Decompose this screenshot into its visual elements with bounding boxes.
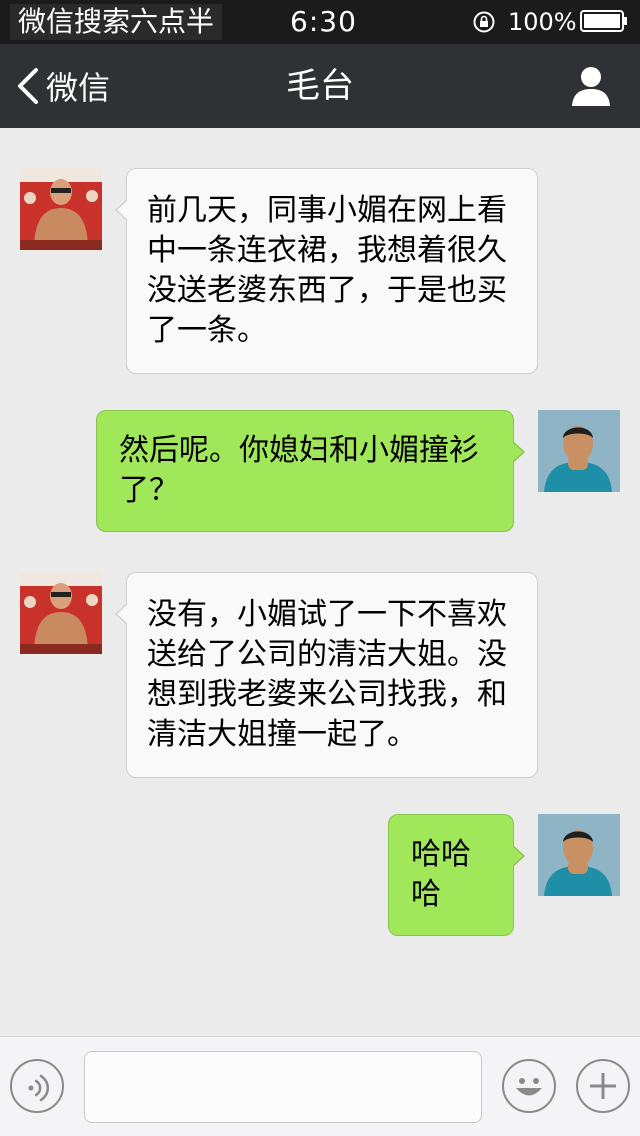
self-avatar[interactable] — [538, 814, 620, 896]
chevron-left-icon — [18, 68, 38, 104]
status-time: 6:30 — [290, 5, 357, 38]
self-avatar-image — [538, 814, 620, 896]
contact-avatar[interactable] — [20, 168, 102, 250]
message-bubble-sent[interactable]: 然后呢。你媳妇和小媚撞衫了？ — [96, 410, 525, 532]
message-text: 哈哈哈 — [411, 837, 471, 912]
emoji-icon — [516, 1078, 542, 1096]
contact-avatar-image — [20, 572, 102, 654]
contact-avatar-image — [20, 168, 102, 250]
self-avatar-image — [538, 410, 620, 492]
contact-avatar[interactable] — [20, 572, 102, 654]
message-bubble-received[interactable]: 没有，小媚试了一下不喜欢送给了公司的清洁大姐。没想到我老婆来公司找我，和清洁大姐… — [115, 572, 538, 778]
plus-icon — [590, 1073, 616, 1099]
message-bubble-sent[interactable]: 哈哈哈 — [388, 814, 525, 936]
battery-percent: 100% — [508, 8, 577, 36]
input-bar — [0, 1036, 640, 1136]
message-bubble-received[interactable]: 前几天，同事小媚在网上看中一条连衣裙，我想着很久没送老婆东西了，于是也买了一条。 — [115, 168, 538, 374]
back-button[interactable]: 微信 — [14, 44, 110, 128]
emoji-button[interactable] — [502, 1059, 556, 1113]
battery-icon — [580, 10, 627, 32]
status-bar: 微信搜索六点半 6:30 100% — [0, 0, 640, 44]
voice-button[interactable] — [10, 1059, 64, 1113]
plus-button[interactable] — [576, 1059, 630, 1113]
profile-button[interactable] — [570, 64, 612, 108]
voice-icon — [28, 1074, 50, 1102]
carrier-label: 微信搜索六点半 — [10, 4, 223, 40]
message-input[interactable] — [84, 1051, 482, 1123]
message-text: 没有，小媚试了一下不喜欢送给了公司的清洁大姐。没想到我老婆来公司找我，和清洁大姐… — [147, 597, 507, 752]
message-text: 然后呢。你媳妇和小媚撞衫了？ — [119, 433, 479, 508]
self-avatar[interactable] — [538, 410, 620, 492]
nav-bar: 微信 毛台 — [0, 44, 640, 128]
rotation-lock-icon — [473, 11, 495, 33]
message-text: 前几天，同事小媚在网上看中一条连衣裙，我想着很久没送老婆东西了，于是也买了一条。 — [147, 193, 507, 348]
back-label: 微信 — [46, 69, 111, 107]
